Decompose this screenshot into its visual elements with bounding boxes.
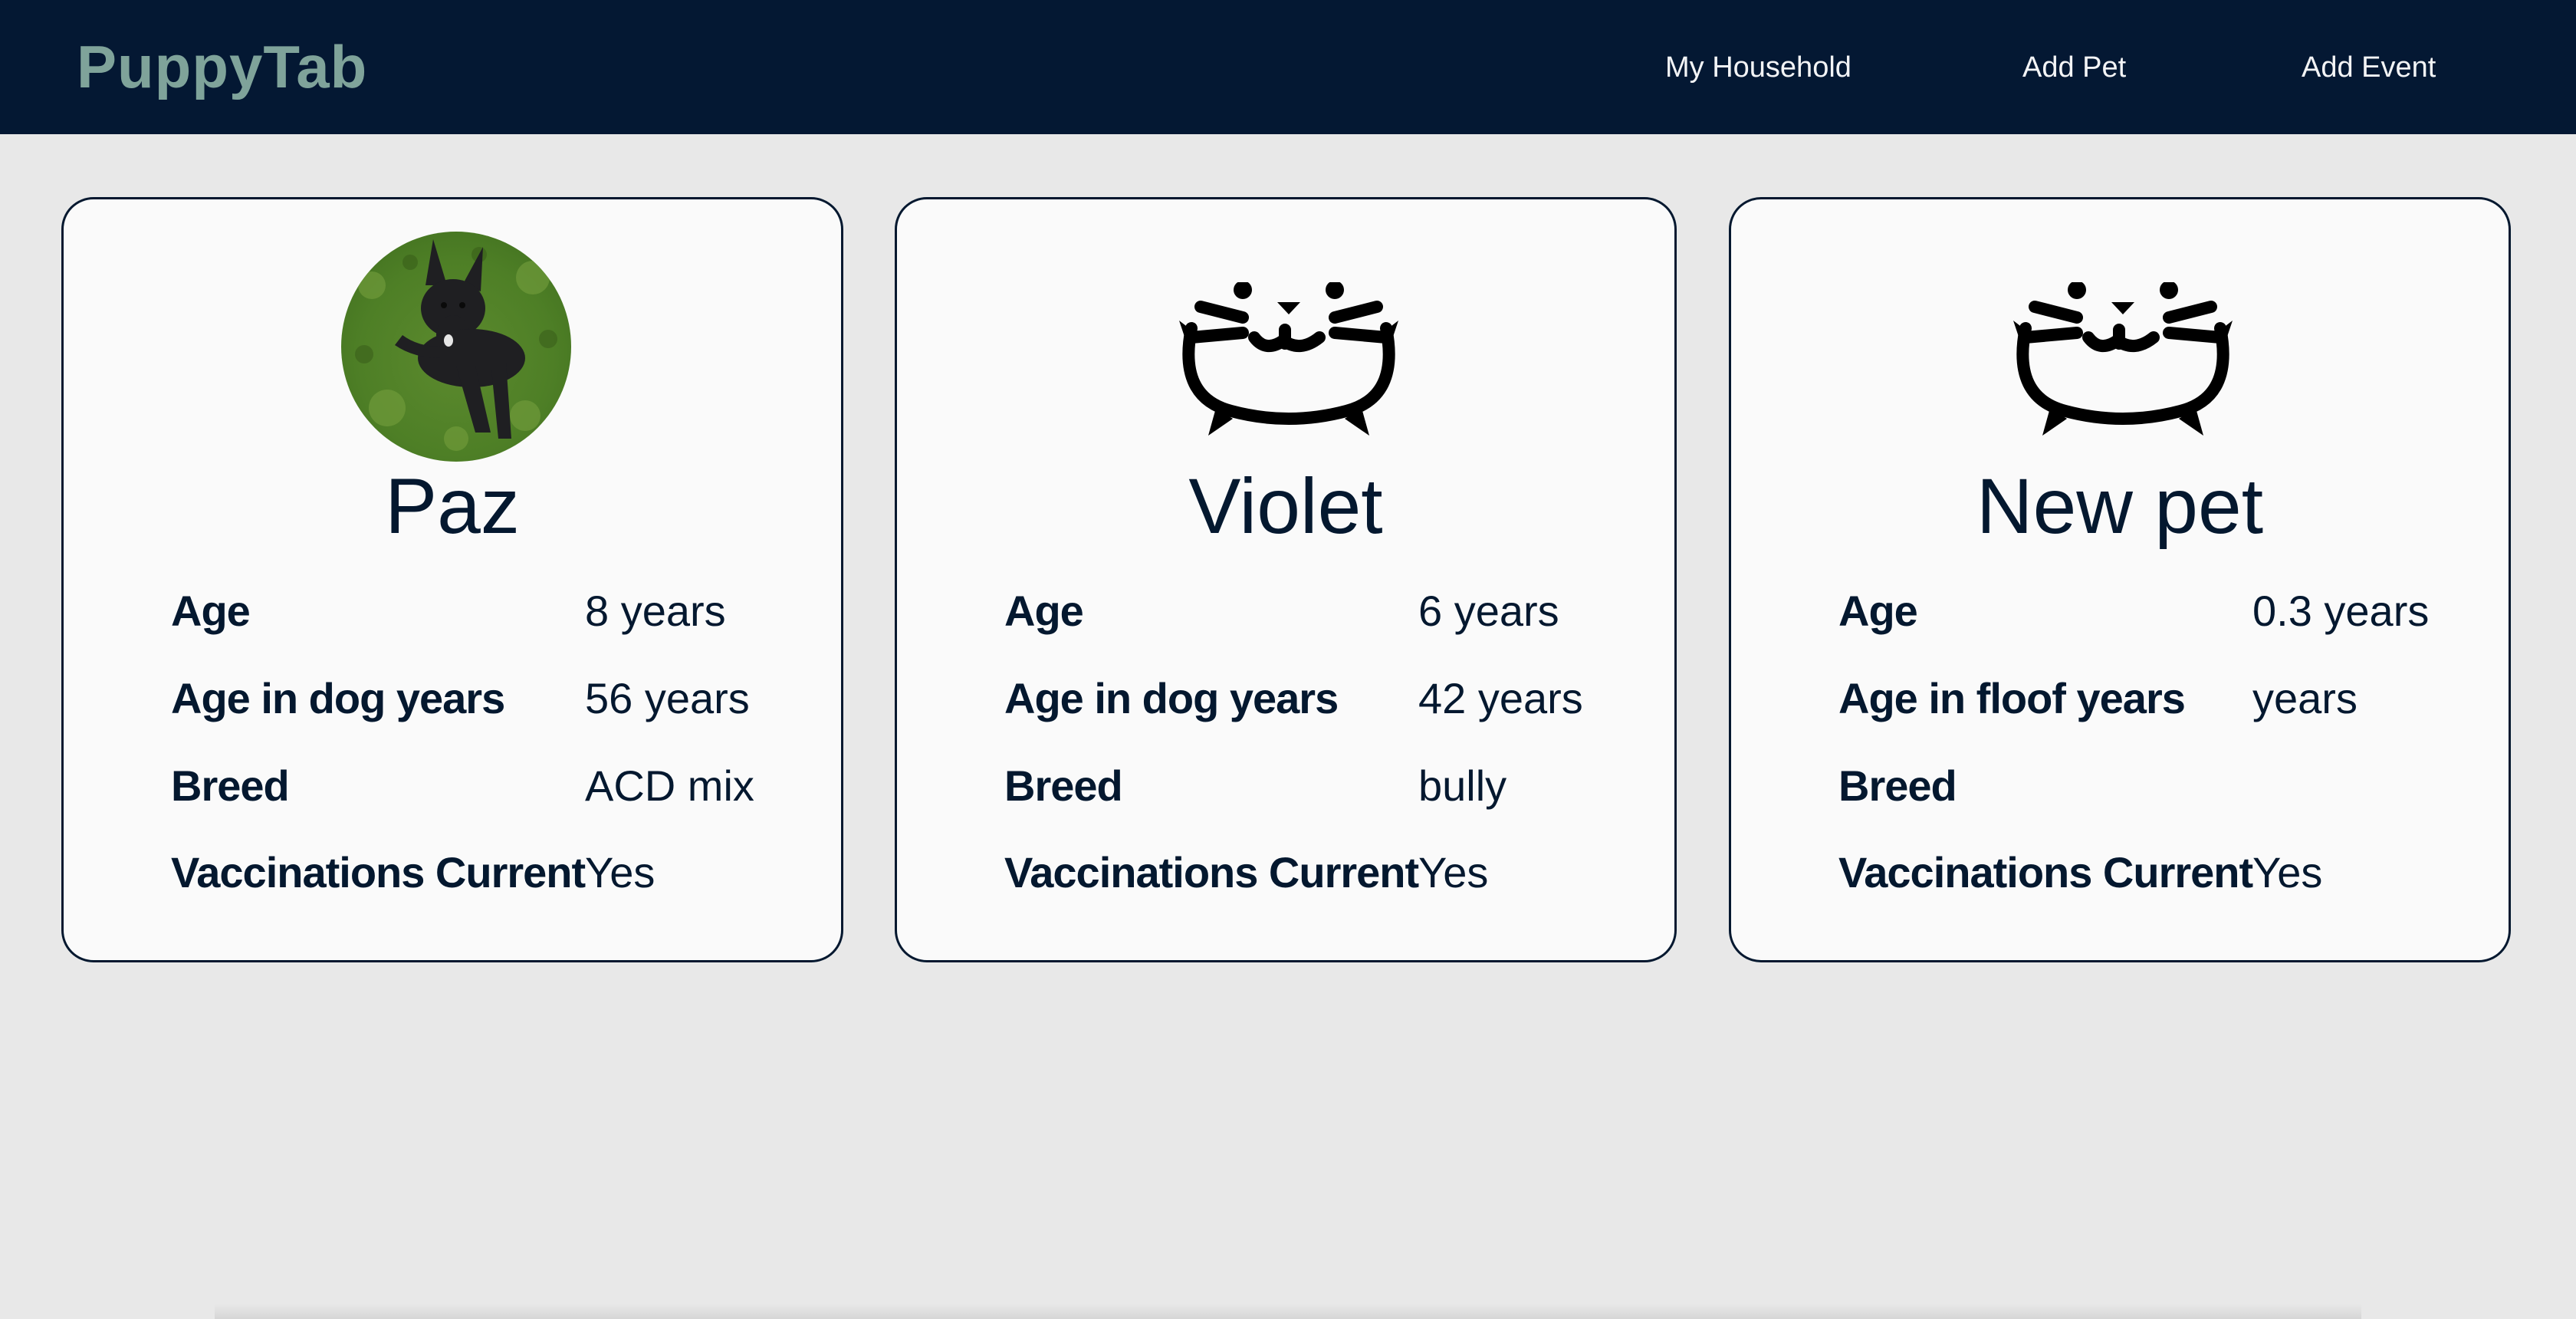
pet-detail-row: Age in dog years 42 years [1004, 672, 1618, 725]
pet-detail-row: Breed [1838, 759, 2452, 813]
detail-value: Yes [1418, 848, 1489, 896]
detail-label: Breed [1838, 761, 1957, 810]
nav-link-add-pet[interactable]: Add Pet [2022, 48, 2126, 87]
detail-label: Age [171, 587, 251, 635]
detail-label: Age in dog years [1004, 674, 1339, 722]
nav-link-add-event[interactable]: Add Event [2302, 48, 2436, 87]
dog-photo-icon [341, 232, 571, 462]
pet-detail-row: Vaccinations Current Yes [1004, 846, 1618, 900]
pet-detail-row: Age in dog years 56 years [171, 672, 784, 725]
detail-label: Age [1004, 587, 1084, 635]
pet-detail-row: Breed bully [1004, 759, 1618, 813]
navbar: PuppyTab My Household Add Pet Add Event [0, 0, 2576, 134]
detail-value: 8 years [585, 587, 726, 635]
pet-card[interactable]: New pet Age 0.3 years Age in floof years… [1729, 197, 2511, 962]
pet-detail-row: Age 6 years [1004, 584, 1618, 638]
pet-detail-row: Breed ACD mix [171, 759, 784, 813]
pet-photo [341, 232, 571, 462]
brand-logo[interactable]: PuppyTab [77, 32, 367, 101]
pet-detail-row: Age in floof years years [1838, 672, 2452, 725]
detail-label: Vaccinations Current [1004, 848, 1419, 896]
detail-value: 42 years [1418, 674, 1583, 722]
pet-detail-row: Vaccinations Current Yes [171, 846, 784, 900]
cat-face-icon [2013, 282, 2233, 436]
detail-value: bully [1418, 761, 1507, 810]
cat-face-icon [1179, 282, 1398, 436]
pet-name: New pet [1976, 462, 2264, 550]
pet-name: Violet [1188, 462, 1383, 550]
detail-label: Age [1838, 587, 1918, 635]
pet-detail-row: Age 8 years [171, 584, 784, 638]
pet-name: Paz [385, 462, 520, 550]
pet-detail-row: Age 0.3 years [1838, 584, 2452, 638]
detail-label: Breed [1004, 761, 1123, 810]
detail-label: Vaccinations Current [171, 848, 586, 896]
detail-label: Breed [171, 761, 290, 810]
detail-label: Age in dog years [171, 674, 505, 722]
detail-value: years [2252, 674, 2358, 722]
detail-label: Age in floof years [1838, 674, 2186, 722]
detail-value: 0.3 years [2252, 587, 2430, 635]
nav-link-my-household[interactable]: My Household [1665, 48, 1852, 87]
footer-shadow [215, 1304, 2361, 1319]
detail-value: 6 years [1418, 587, 1559, 635]
pet-card[interactable]: Paz Age 8 years Age in dog years 56 year… [61, 197, 843, 962]
detail-value: ACD mix [585, 761, 754, 810]
detail-value: 56 years [585, 674, 750, 722]
pet-detail-row: Vaccinations Current Yes [1838, 846, 2452, 900]
detail-value: Yes [2252, 848, 2323, 896]
detail-value: Yes [585, 848, 656, 896]
pet-card[interactable]: Violet Age 6 years Age in dog years 42 y… [895, 197, 1677, 962]
detail-label: Vaccinations Current [1838, 848, 2253, 896]
